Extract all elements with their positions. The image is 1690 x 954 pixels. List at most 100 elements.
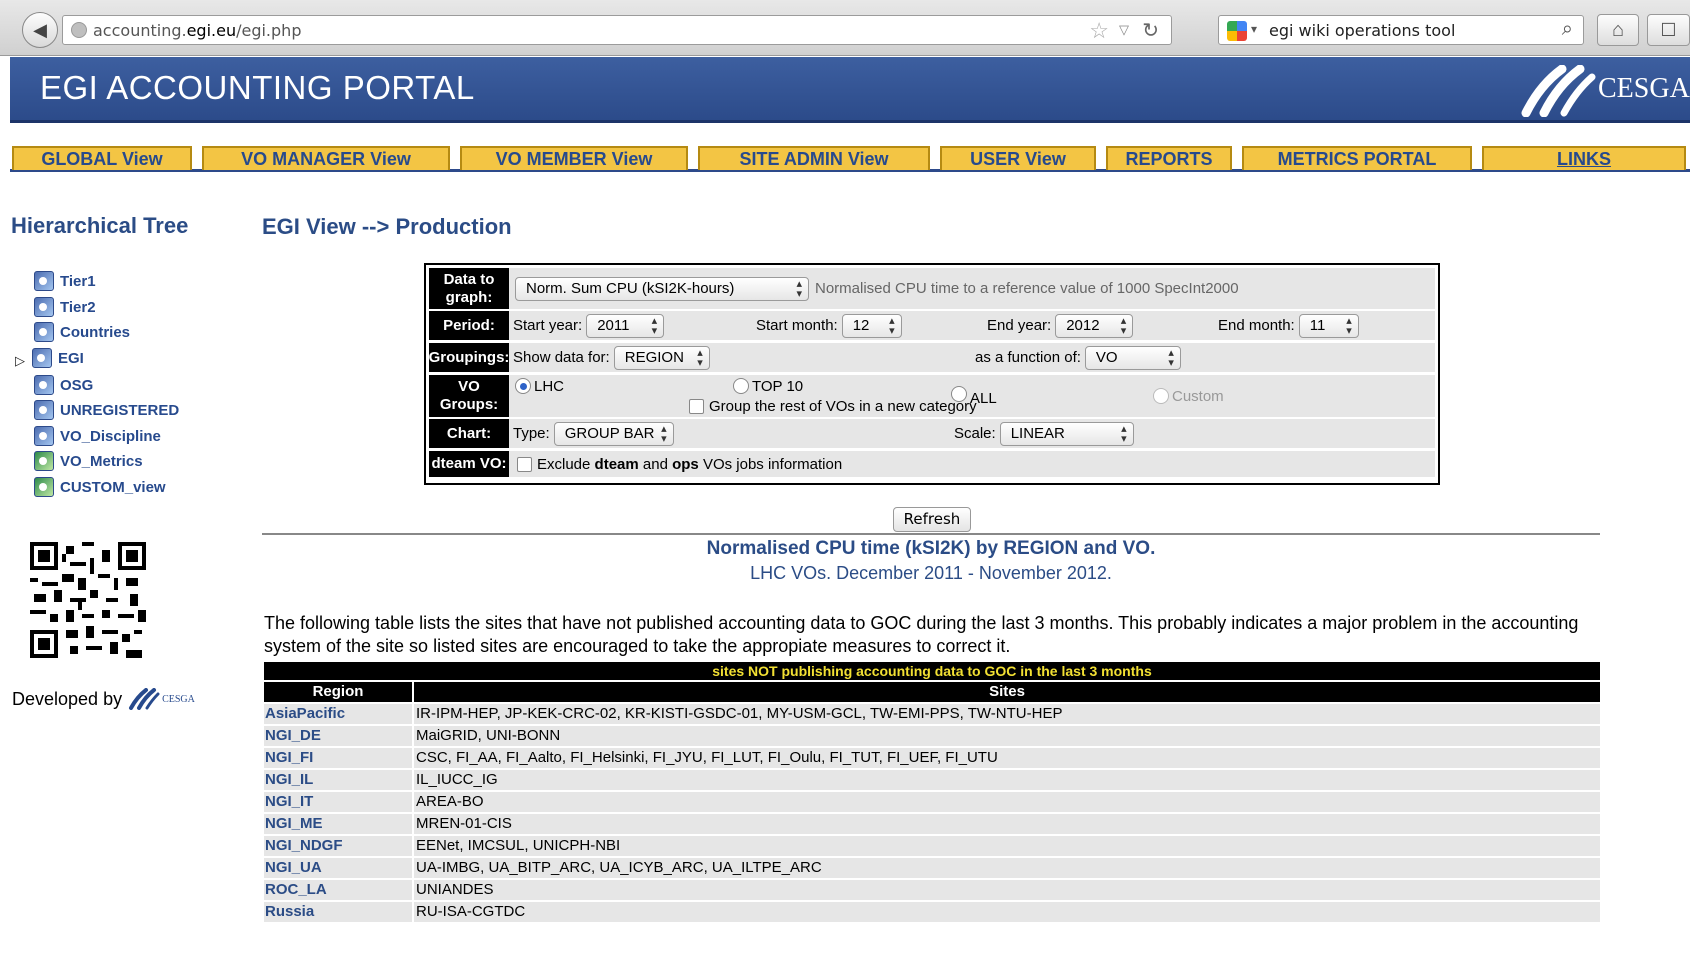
region-link[interactable]: Russia: [264, 902, 412, 922]
main-nav: GLOBAL View VO MANAGER View VO MEMBER Vi…: [10, 146, 1690, 172]
table-row: NGI_UA UA-IMBG, UA_BITP_ARC, UA_ICYB_ARC,…: [264, 858, 1600, 878]
region-link[interactable]: AsiaPacific: [264, 704, 412, 724]
tab-site-admin-view[interactable]: SITE ADMIN View: [698, 146, 930, 170]
radio-custom[interactable]: Custom: [1153, 385, 1224, 407]
tree-item-custom-view[interactable]: CUSTOM_view: [34, 476, 166, 498]
refresh-button[interactable]: Refresh: [893, 507, 971, 532]
home-button[interactable]: ⌂: [1597, 14, 1639, 46]
function-of-select[interactable]: VO ▴ ▾: [1084, 345, 1181, 370]
expand-arrow-icon[interactable]: ▷: [15, 353, 25, 369]
page-title: EGI View --> Production: [262, 214, 512, 239]
tab-user-view[interactable]: USER View: [940, 146, 1096, 170]
sites-cell: RU-ISA-CGTDC: [414, 902, 1600, 922]
table-row: NGI_ME MREN-01-CIS: [264, 814, 1600, 834]
tree-item-tier1[interactable]: Tier1: [34, 270, 96, 292]
exclude-dteam-checkbox[interactable]: Exclude dteam and ops VOs jobs informati…: [517, 451, 842, 477]
region-link[interactable]: ROC_LA: [264, 880, 412, 900]
region-link[interactable]: NGI_DE: [264, 726, 412, 746]
table-header-row: Region Sites: [264, 682, 1600, 702]
search-bar[interactable]: ▾ egi wiki operations tool ⌕: [1218, 15, 1584, 45]
sites-cell: EENet, IMCSUL, UNICPH-NBI: [414, 836, 1600, 856]
portal-banner: EGI ACCOUNTING PORTAL CESGA: [10, 57, 1690, 123]
show-data-for-select[interactable]: REGION ▴ ▾: [613, 345, 710, 370]
select-arrows-icon: ▴ ▾: [1346, 314, 1352, 337]
tab-metrics-portal[interactable]: METRICS PORTAL: [1242, 146, 1472, 170]
radio-selected-icon[interactable]: [515, 378, 531, 394]
tree-node-icon: [34, 400, 54, 420]
region-link[interactable]: NGI_IT: [264, 792, 412, 812]
radio-icon[interactable]: [733, 378, 749, 394]
divider: [262, 533, 1600, 535]
table-row: NGI_FI CSC, FI_AA, FI_Aalto, FI_Helsinki,…: [264, 748, 1600, 768]
portal-title: EGI ACCOUNTING PORTAL: [40, 69, 475, 106]
tree-item-osg[interactable]: OSG: [34, 374, 93, 396]
tab-reports[interactable]: REPORTS: [1106, 146, 1232, 170]
tab-links[interactable]: LINKS: [1482, 146, 1686, 170]
chart-scale-select[interactable]: LINEAR ▴ ▾: [999, 421, 1134, 446]
checkbox-icon[interactable]: [517, 456, 532, 472]
checkbox-icon[interactable]: [689, 398, 704, 414]
tree-item-tier2[interactable]: Tier2: [34, 296, 96, 318]
table-row: AsiaPacific IR-IPM-HEP, JP-KEK-CRC-02, KR…: [264, 704, 1600, 724]
search-icon[interactable]: ⌕: [1562, 18, 1573, 41]
radio-disabled-icon[interactable]: [1153, 388, 1169, 404]
table-row: NGI_DE MaiGRID, UNI-BONN: [264, 726, 1600, 746]
tree-item-unregistered[interactable]: UNREGISTERED: [34, 399, 179, 421]
end-year-select[interactable]: 2012 ▴ ▾: [1055, 313, 1134, 338]
bookmark-star-icon[interactable]: ☆: [1089, 18, 1109, 44]
tab-vo-manager-view[interactable]: VO MANAGER View: [202, 146, 450, 170]
url-text: accounting.egi.eu/egi.php: [93, 21, 302, 40]
cesga-logo-text: CESGA: [1598, 73, 1690, 104]
tree-node-icon: [34, 375, 54, 395]
tree-node-icon: [32, 348, 52, 368]
col-header-sites: Sites: [414, 682, 1600, 702]
table-row: NGI_NDGF EENet, IMCSUL, UNICPH-NBI: [264, 836, 1600, 856]
sites-cell: IR-IPM-HEP, JP-KEK-CRC-02, KR-KISTI-GSDC…: [414, 704, 1600, 724]
region-link[interactable]: NGI_ME: [264, 814, 412, 834]
tree-item-vo-metrics[interactable]: VO_Metrics: [34, 450, 143, 472]
chart-type-select[interactable]: GROUP BAR ▴ ▾: [553, 421, 674, 446]
select-arrows-icon: ▴ ▾: [889, 314, 895, 337]
group-rest-checkbox[interactable]: Group the rest of VOs in a new category: [689, 395, 977, 417]
bookmarks-button[interactable]: ☐: [1647, 14, 1690, 46]
history-dropdown-icon[interactable]: ▽: [1119, 22, 1129, 38]
start-year-select[interactable]: 2011 ▴ ▾: [586, 313, 665, 338]
google-icon[interactable]: [1227, 21, 1247, 41]
data-to-graph-select[interactable]: Norm. Sum CPU (kSI2K-hours) ▴ ▾: [515, 276, 809, 301]
end-month-select[interactable]: 11 ▴ ▾: [1298, 313, 1359, 338]
reload-icon[interactable]: ↻: [1142, 18, 1159, 43]
radio-icon[interactable]: [951, 386, 967, 402]
sites-cell: IL_IUCC_IG: [414, 770, 1600, 790]
tree-node-icon: [34, 451, 54, 471]
region-link[interactable]: NGI_NDGF: [264, 836, 412, 856]
table-row: NGI_IT AREA-BO: [264, 792, 1600, 812]
tab-vo-member-view[interactable]: VO MEMBER View: [460, 146, 688, 170]
start-month-select[interactable]: 12 ▴ ▾: [841, 313, 902, 338]
back-button[interactable]: ◀: [22, 12, 58, 48]
row-groupings: Groupings: Show data for: REGION ▴ ▾ as a f…: [429, 343, 1435, 372]
tab-global-view[interactable]: GLOBAL View: [12, 146, 192, 170]
tree-item-egi[interactable]: EGI: [32, 347, 84, 369]
radio-all[interactable]: ALL: [951, 386, 997, 409]
groupings-label: Groupings:: [429, 343, 509, 372]
tree-node-icon: [34, 322, 54, 342]
engine-dropdown-icon[interactable]: ▾: [1251, 22, 1257, 36]
address-bar[interactable]: accounting.egi.eu/egi.php ☆ ▽ ↻: [62, 15, 1172, 45]
tree-item-countries[interactable]: Countries: [34, 321, 130, 343]
region-link[interactable]: NGI_FI: [264, 748, 412, 768]
tree-node-icon: [34, 297, 54, 317]
vo-groups-label: VO Groups:: [429, 375, 509, 417]
tree-item-vo-discipline[interactable]: VO_Discipline: [34, 425, 161, 447]
select-arrows-icon: ▴ ▾: [1168, 346, 1174, 369]
radio-top10[interactable]: TOP 10: [733, 375, 803, 397]
radio-lhc[interactable]: LHC: [515, 375, 564, 397]
cesga-small-logo-icon[interactable]: [128, 688, 160, 710]
data-to-graph-label: Data to graph:: [429, 268, 509, 309]
chart-title: Normalised CPU time (kSI2K) by REGION an…: [706, 538, 1156, 559]
developed-by: Developed by CESGA: [12, 688, 195, 710]
region-link[interactable]: NGI_UA: [264, 858, 412, 878]
region-link[interactable]: NGI_IL: [264, 770, 412, 790]
tree-node-icon: [34, 477, 54, 497]
select-arrows-icon: ▴ ▾: [661, 422, 667, 445]
search-query[interactable]: egi wiki operations tool: [1269, 21, 1455, 40]
